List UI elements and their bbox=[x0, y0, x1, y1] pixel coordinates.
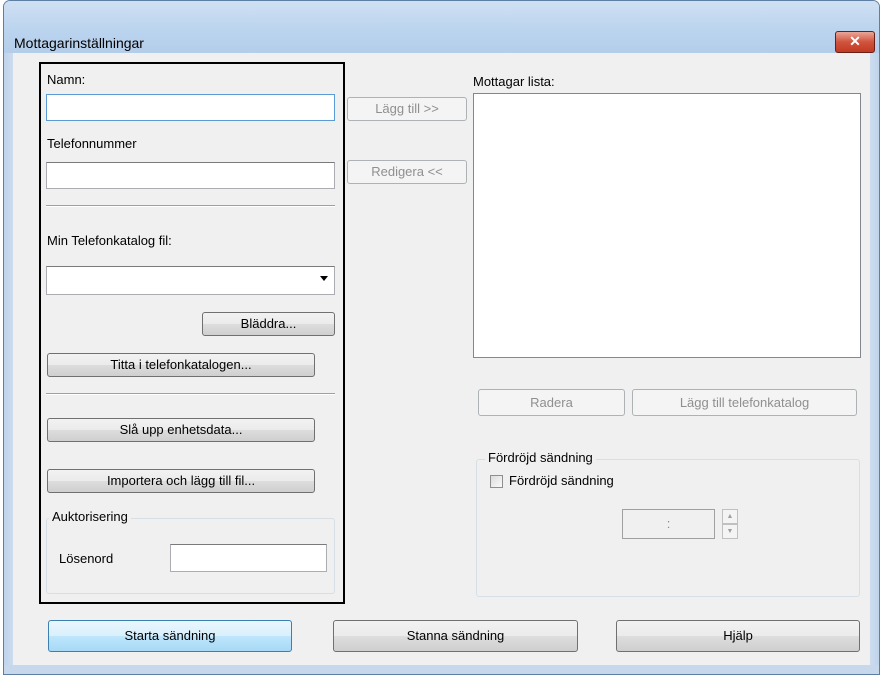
authorization-group-title: Auktorisering bbox=[49, 509, 131, 524]
delayed-send-group: Fördröjd sändning Fördröjd sändning : ▲ … bbox=[476, 450, 860, 597]
phone-label: Telefonnummer bbox=[47, 136, 137, 151]
edit-from-list-button[interactable]: Redigera << bbox=[347, 160, 467, 184]
password-input[interactable] bbox=[170, 544, 327, 572]
stop-send-button[interactable]: Stanna sändning bbox=[333, 620, 578, 652]
start-send-button[interactable]: Starta sändning bbox=[48, 620, 292, 652]
name-input[interactable] bbox=[46, 94, 335, 121]
add-to-list-button[interactable]: Lägg till >> bbox=[347, 97, 467, 121]
window-title: Mottagarinställningar bbox=[14, 35, 144, 51]
close-button[interactable]: ✕ bbox=[835, 31, 875, 53]
browse-button[interactable]: Bläddra... bbox=[202, 312, 335, 336]
authorization-group: Auktorisering Lösenord bbox=[46, 509, 335, 594]
add-to-phonebook-button[interactable]: Lägg till telefonkatalog bbox=[632, 389, 857, 416]
lookup-device-data-button[interactable]: Slå upp enhetsdata... bbox=[47, 418, 315, 442]
recipient-entry-panel: Namn: Telefonnummer Min Telefonkatalog f… bbox=[39, 62, 345, 604]
phone-input[interactable] bbox=[46, 162, 335, 189]
delayed-send-checkbox-label[interactable]: Fördröjd sändning bbox=[509, 473, 614, 488]
title-bar[interactable]: Mottagarinställningar ✕ bbox=[4, 1, 879, 53]
recipient-list-label: Mottagar lista: bbox=[473, 74, 555, 89]
spin-down-icon[interactable]: ▼ bbox=[722, 524, 738, 539]
delay-time-field[interactable]: : bbox=[622, 509, 715, 539]
view-phonebook-button[interactable]: Titta i telefonkatalogen... bbox=[47, 353, 315, 377]
window-frame-left bbox=[4, 53, 13, 674]
separator bbox=[46, 205, 335, 207]
delete-button[interactable]: Radera bbox=[478, 389, 625, 416]
window-frame-bottom bbox=[4, 665, 879, 674]
dialog-client-area: Namn: Telefonnummer Min Telefonkatalog f… bbox=[13, 53, 870, 665]
spin-up-icon[interactable]: ▲ bbox=[722, 509, 738, 524]
password-label: Lösenord bbox=[59, 551, 114, 566]
recipient-list[interactable] bbox=[473, 93, 861, 358]
delayed-send-group-title: Fördröjd sändning bbox=[485, 450, 596, 465]
phonebook-file-label: Min Telefonkatalog fil: bbox=[47, 233, 172, 248]
dialog-window: Mottagarinställningar ✕ Namn: Telefonnum… bbox=[3, 0, 880, 675]
help-button[interactable]: Hjälp bbox=[616, 620, 860, 652]
name-label: Namn: bbox=[47, 72, 86, 87]
delayed-send-checkbox[interactable] bbox=[490, 475, 503, 488]
chevron-down-icon[interactable] bbox=[320, 276, 328, 281]
phonebook-file-select[interactable] bbox=[46, 266, 335, 295]
window-frame-right bbox=[870, 53, 879, 674]
import-file-button[interactable]: Importera och lägg till fil... bbox=[47, 469, 315, 493]
separator bbox=[46, 393, 335, 395]
close-icon: ✕ bbox=[849, 33, 861, 49]
